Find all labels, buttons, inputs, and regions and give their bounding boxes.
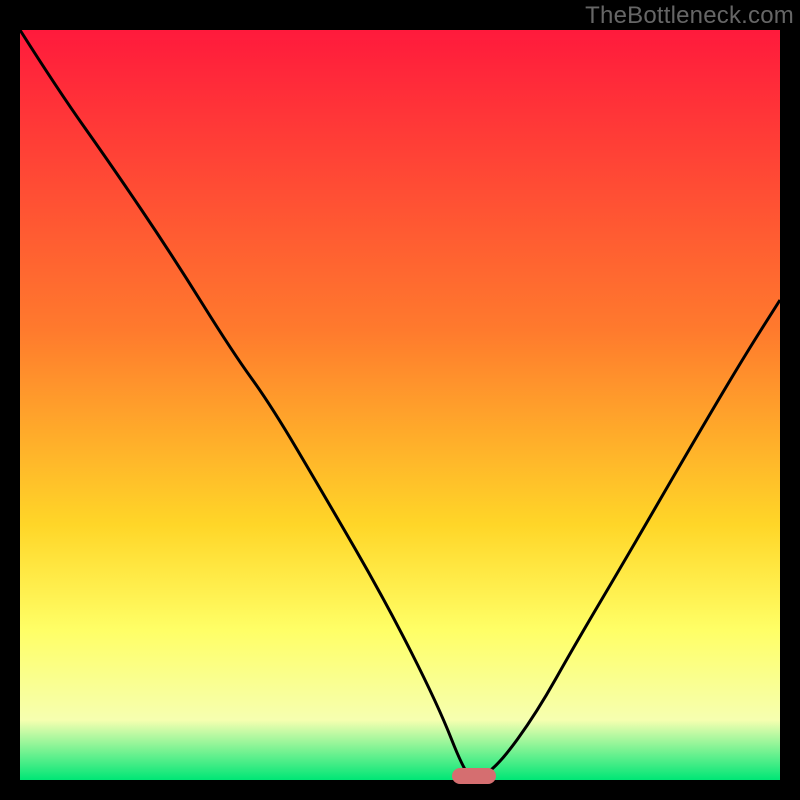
chart-frame: TheBottleneck.com	[0, 0, 800, 800]
plot-svg	[0, 0, 800, 800]
watermark-label: TheBottleneck.com	[585, 2, 794, 30]
plot-heat-background	[20, 30, 780, 780]
plot-frame-edge	[0, 0, 20, 800]
plot-frame-edge	[780, 0, 800, 800]
plot-frame-edge	[0, 780, 800, 800]
optimum-marker	[452, 768, 496, 784]
